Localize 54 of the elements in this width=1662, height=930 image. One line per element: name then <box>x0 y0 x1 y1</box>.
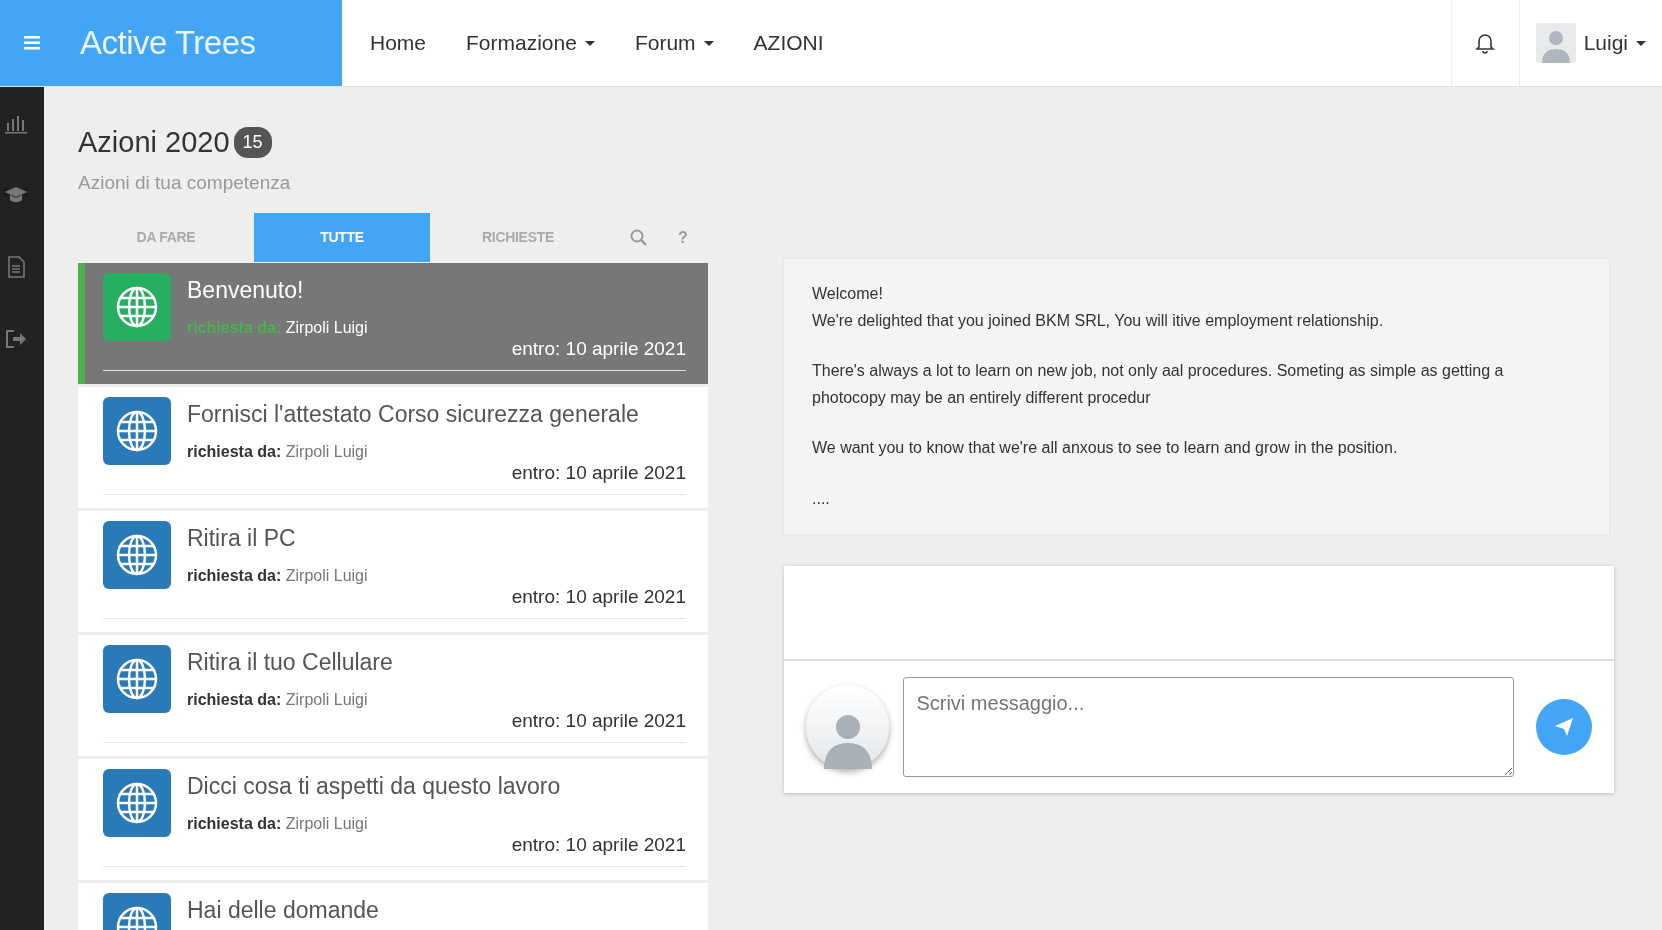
search-icon <box>630 228 648 247</box>
action-title: Ritira il PC <box>187 524 297 553</box>
action-title: Hai delle domande <box>187 896 380 925</box>
globe-icon <box>115 657 159 701</box>
action-title: Benvenuto! <box>187 276 305 305</box>
action-item[interactable]: Ritira il PC richiesta da: Zirpoli Luigi entro: 10 aprile 2021 <box>78 511 708 632</box>
nav-link[interactable]: AZIONI <box>733 27 844 59</box>
message-text: We want you to know that we're all anxous to see to learn and grow in the position. <box>812 438 1399 458</box>
globe-icon <box>115 533 159 577</box>
user-avatar-icon <box>1535 23 1576 63</box>
message-text: There's always a lot to learn on new job, not only aal procedures. Someting as simple as getting a photocopy may be an entirely different procedur <box>812 361 1505 408</box>
requester-text: richiesta da: Zirpoli Luigi <box>187 813 369 834</box>
globe-icon <box>115 409 159 453</box>
user-menu[interactable]: Luigi <box>1518 0 1662 86</box>
send-button[interactable] <box>1536 699 1592 755</box>
message-input[interactable]: Scrivi messaggio... <box>903 677 1515 777</box>
count-badge: 15 <box>233 127 272 159</box>
search-button[interactable] <box>630 228 648 247</box>
globe-icon <box>115 781 159 825</box>
requester-text: richiesta da: Zirpoli Luigi <box>187 317 369 338</box>
message-text: .... <box>812 488 831 509</box>
requester-text: richiesta da: Zirpoli Luigi <box>187 689 369 710</box>
requester-text: richiesta da: Zirpoli Luigi <box>187 441 369 462</box>
page-subtitle: Azioni di tua competenza <box>78 170 292 195</box>
action-title: Fornisci l'attestato Corso sicurezza generale <box>187 400 640 429</box>
caret-icon <box>584 40 595 46</box>
due-date: entro: 10 aprile 2021 <box>511 337 686 361</box>
caret-icon <box>1636 40 1646 46</box>
action-title: Dicci cosa ti aspetti da questo lavoro <box>187 772 562 801</box>
page-title: Azioni 2020 <box>78 125 230 160</box>
due-date: entro: 10 aprile 2021 <box>511 461 686 485</box>
sidebar-button[interactable] <box>4 327 28 351</box>
caret-icon <box>703 40 714 46</box>
action-item[interactable]: Dicci cosa ti aspetti da questo lavoro richiesta da: Zirpoli Luigi entro: 10 aprile 2021 <box>78 759 708 880</box>
nav-link[interactable]: Formazione <box>446 27 615 59</box>
menu-button[interactable] <box>24 36 40 50</box>
due-date: entro: 10 aprile 2021 <box>511 709 686 733</box>
action-item[interactable]: Hai delle domande <box>78 883 708 930</box>
action-title: Ritira il tuo Cellulare <box>187 648 394 677</box>
action-item[interactable]: Ritira il tuo Cellulare richiesta da: Zirpoli Luigi entro: 10 aprile 2021 <box>78 635 708 756</box>
message-text: Welcome! <box>812 284 884 304</box>
nav-link[interactable]: Forum <box>614 27 734 59</box>
menu-icon <box>24 36 40 50</box>
due-date: entro: 10 aprile 2021 <box>511 585 686 609</box>
due-date: entro: 10 aprile 2021 <box>511 833 686 857</box>
action-item[interactable]: Benvenuto! richiesta da: Zirpoli Luigi entro: 10 aprile 2021 <box>78 263 708 384</box>
requester-text: richiesta da: Zirpoli Luigi <box>187 565 369 586</box>
message-text: We're delighted that you joined BKM SRL, You will itive employment relationship. <box>812 310 1385 331</box>
globe-icon <box>115 285 159 329</box>
action-item[interactable]: Fornisci l'attestato Corso sicurezza generale richiesta da: Zirpoli Luigi entro: 10 aprile 2021 <box>78 387 708 508</box>
paper-plane-icon <box>1553 716 1576 738</box>
nav-link[interactable]: Home <box>350 27 447 59</box>
sign-out-icon <box>4 327 28 351</box>
bell-icon <box>1474 32 1497 54</box>
